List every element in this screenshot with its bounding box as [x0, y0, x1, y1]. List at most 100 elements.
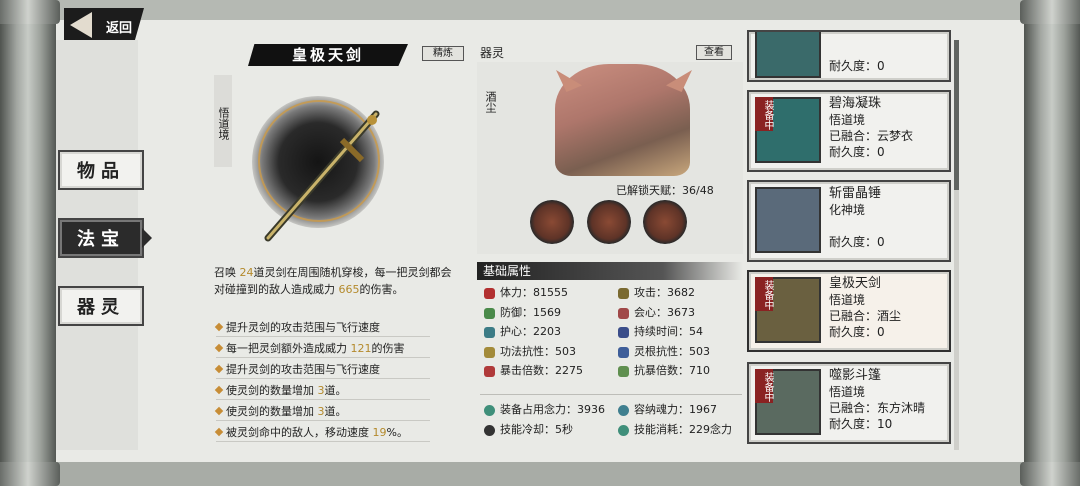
attribute-icon	[484, 327, 495, 338]
attribute-label: 体力：	[500, 286, 533, 299]
attribute-item: 装备占用念力：3936	[484, 401, 605, 419]
attribute-icon	[618, 327, 629, 338]
bonus-item: 提升灵剑的攻击范围与飞行速度	[216, 360, 430, 379]
bonus-item: 使灵剑的数量增加 3道。	[216, 402, 430, 421]
attribute-value: 1569	[533, 305, 561, 319]
item-realm: 化神境	[829, 203, 866, 217]
attribute-item: 会心：3673	[618, 304, 695, 322]
attribute-icon	[484, 307, 495, 319]
item-fusion: 已融合：云梦衣	[829, 129, 914, 143]
attribute-icon	[618, 307, 629, 319]
tab-treasure[interactable]: 法宝	[58, 218, 152, 258]
item-name: 碧海凝珠	[829, 96, 882, 111]
sword-icon	[264, 110, 380, 242]
attribute-item: 护心：2203	[484, 323, 561, 341]
attribute-icon	[484, 288, 495, 299]
attribute-label: 持续时间：	[634, 325, 689, 338]
item-fusion: 已融合：酒尘	[829, 309, 902, 323]
attribute-item: 灵根抗性：503	[618, 343, 710, 361]
bonus-value: 3	[317, 384, 325, 397]
item-name: 斩雷晶锤	[829, 186, 882, 201]
item-thumbnail	[755, 187, 821, 253]
refine-button[interactable]: 精炼	[422, 46, 464, 61]
attribute-label: 护心：	[500, 325, 533, 338]
attribute-label: 技能消耗：	[634, 423, 689, 436]
item-durability: 耐久度：0	[829, 59, 885, 73]
talent-count: 36/48	[682, 184, 714, 197]
bonus-value: 19	[372, 426, 387, 439]
spirit-heading: 器灵	[480, 46, 505, 60]
attribute-item: 暴击倍数：2275	[484, 362, 583, 380]
attributes-heading: 基础属性	[477, 262, 743, 280]
bonus-item: 每一把灵剑额外造成威力 121的伤害	[216, 339, 430, 358]
bonus-tail: 道。	[324, 384, 347, 397]
inventory-card[interactable]: 装备中 碧海凝珠 悟道境 已融合：云梦衣 耐久度：0	[747, 90, 951, 172]
attribute-item: 技能冷却：5秒	[484, 421, 573, 439]
attribute-value: 1967	[689, 403, 717, 416]
item-name: 噬影斗篷	[829, 368, 882, 383]
equipped-badge: 装备中	[755, 97, 773, 131]
scroll-top-border	[56, 0, 1024, 22]
item-durability: 耐久度：0	[829, 235, 885, 249]
attribute-item: 容纳魂力：1967	[618, 401, 717, 419]
attribute-item: 功法抗性：503	[484, 343, 576, 361]
desc-text: 的伤害。	[359, 283, 404, 296]
attribute-label: 装备占用念力：	[500, 403, 577, 416]
tab-spirit[interactable]: 器灵	[58, 286, 144, 326]
attribute-value: 2275	[555, 364, 583, 377]
sword-count: 24	[239, 266, 254, 279]
attribute-icon	[484, 366, 495, 377]
attribute-item: 技能消耗：229念力	[618, 421, 732, 439]
attribute-item: 攻击：3682	[618, 284, 695, 302]
talent-icon[interactable]	[587, 200, 631, 244]
item-durability: 耐久度：0	[829, 325, 885, 339]
spirit-portrait[interactable]	[555, 64, 690, 176]
attribute-value: 229念力	[689, 423, 732, 436]
view-spirit-button[interactable]: 查看	[696, 45, 732, 60]
attribute-item: 体力：81555	[484, 284, 568, 302]
bonus-text: 每一把灵剑额外造成威力	[226, 342, 351, 355]
item-info: 碧海凝珠 悟道境 已融合：云梦衣 耐久度：0	[829, 96, 913, 160]
attribute-icon	[618, 288, 629, 299]
item-fusion: 已融合：东方沐晴	[829, 401, 926, 415]
attribute-label: 容纳魂力：	[634, 403, 689, 416]
talent-icon[interactable]	[530, 200, 574, 244]
attribute-label: 抗暴倍数：	[634, 364, 689, 377]
attribute-label: 功法抗性：	[500, 344, 555, 358]
attribute-icon	[618, 366, 629, 377]
item-durability: 耐久度：10	[829, 417, 893, 431]
inventory-card[interactable]: 耐久度：0	[747, 30, 951, 82]
bonus-text: 提升灵剑的攻击范围与飞行速度	[226, 321, 380, 334]
attribute-label: 会心：	[634, 305, 667, 319]
attribute-icon	[484, 346, 495, 358]
attribute-value: 81555	[533, 286, 568, 299]
attribute-value: 503	[689, 344, 710, 358]
attribute-value: 503	[555, 344, 576, 358]
inventory-card[interactable]: 装备中 噬影斗篷 悟道境 已融合：东方沐晴 耐久度：10	[747, 362, 951, 444]
scroll-rod-right	[1020, 0, 1080, 486]
bonus-text: 被灵剑命中的敌人，移动速度	[226, 426, 373, 439]
item-name: 皇极天剑	[829, 276, 882, 291]
item-thumbnail	[755, 32, 821, 78]
attribute-value: 54	[689, 325, 703, 338]
spirit-name: 酒尘	[484, 91, 497, 113]
scrollbar-thumb[interactable]	[954, 40, 959, 190]
item-info: 斩雷晶锤化神境耐久度：0	[829, 186, 885, 250]
divider	[480, 394, 742, 395]
item-realm: 悟道境	[829, 385, 866, 399]
back-button[interactable]: 返回	[64, 8, 144, 42]
talent-icon[interactable]	[643, 200, 687, 244]
tab-items[interactable]: 物品	[58, 150, 144, 190]
talent-unlocked: 已解锁天赋：36/48	[616, 182, 714, 198]
desc-text: 召唤	[214, 266, 240, 279]
attribute-value: 3673	[667, 305, 695, 319]
item-info: 噬影斗篷悟道境已融合：东方沐晴 耐久度：10	[829, 368, 925, 432]
item-realm: 悟道境	[829, 293, 866, 307]
bonus-tail: %。	[386, 426, 408, 439]
inventory-card[interactable]: 斩雷晶锤化神境耐久度：0	[747, 180, 951, 262]
bonus-text: 使灵剑的数量增加	[226, 405, 318, 418]
attribute-item: 防御：1569	[484, 304, 561, 322]
attribute-icon	[618, 425, 629, 436]
inventory-card[interactable]: 装备中 皇极天剑 悟道境 已融合：酒尘 耐久度：0	[747, 270, 951, 352]
